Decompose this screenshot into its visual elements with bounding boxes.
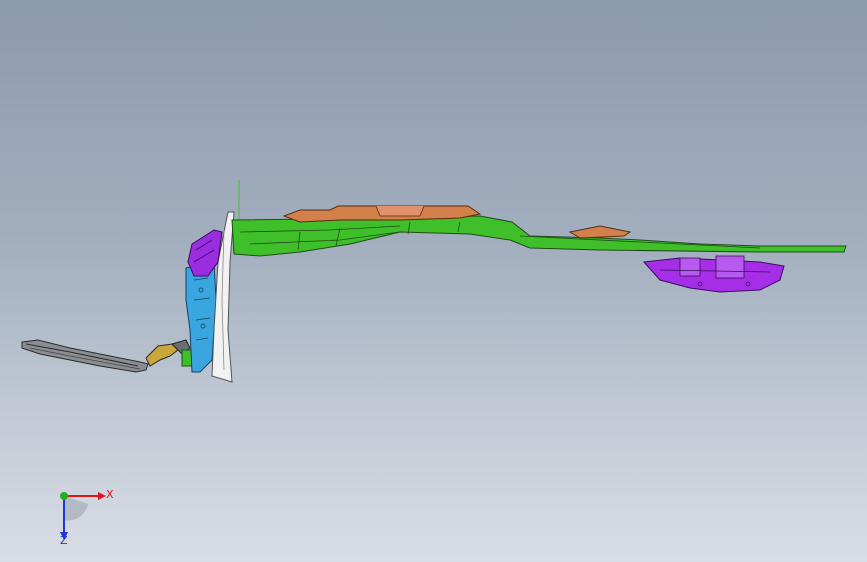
y-axis-dot-icon: [60, 492, 68, 500]
triad-plane: [64, 496, 88, 521]
cad-viewport[interactable]: X Z: [0, 0, 867, 562]
axis-triad: X Z: [60, 488, 114, 546]
pillar-bracket-part[interactable]: [187, 229, 223, 277]
z-axis-label: Z: [60, 534, 68, 546]
x-axis-label: X: [106, 488, 114, 501]
x-axis-arrow-icon: [98, 492, 106, 500]
roof-panel-part[interactable]: [231, 215, 847, 257]
front-rail-part[interactable]: [21, 339, 191, 373]
car-body-model[interactable]: [0, 0, 867, 562]
rear-panel-part[interactable]: [642, 255, 785, 293]
